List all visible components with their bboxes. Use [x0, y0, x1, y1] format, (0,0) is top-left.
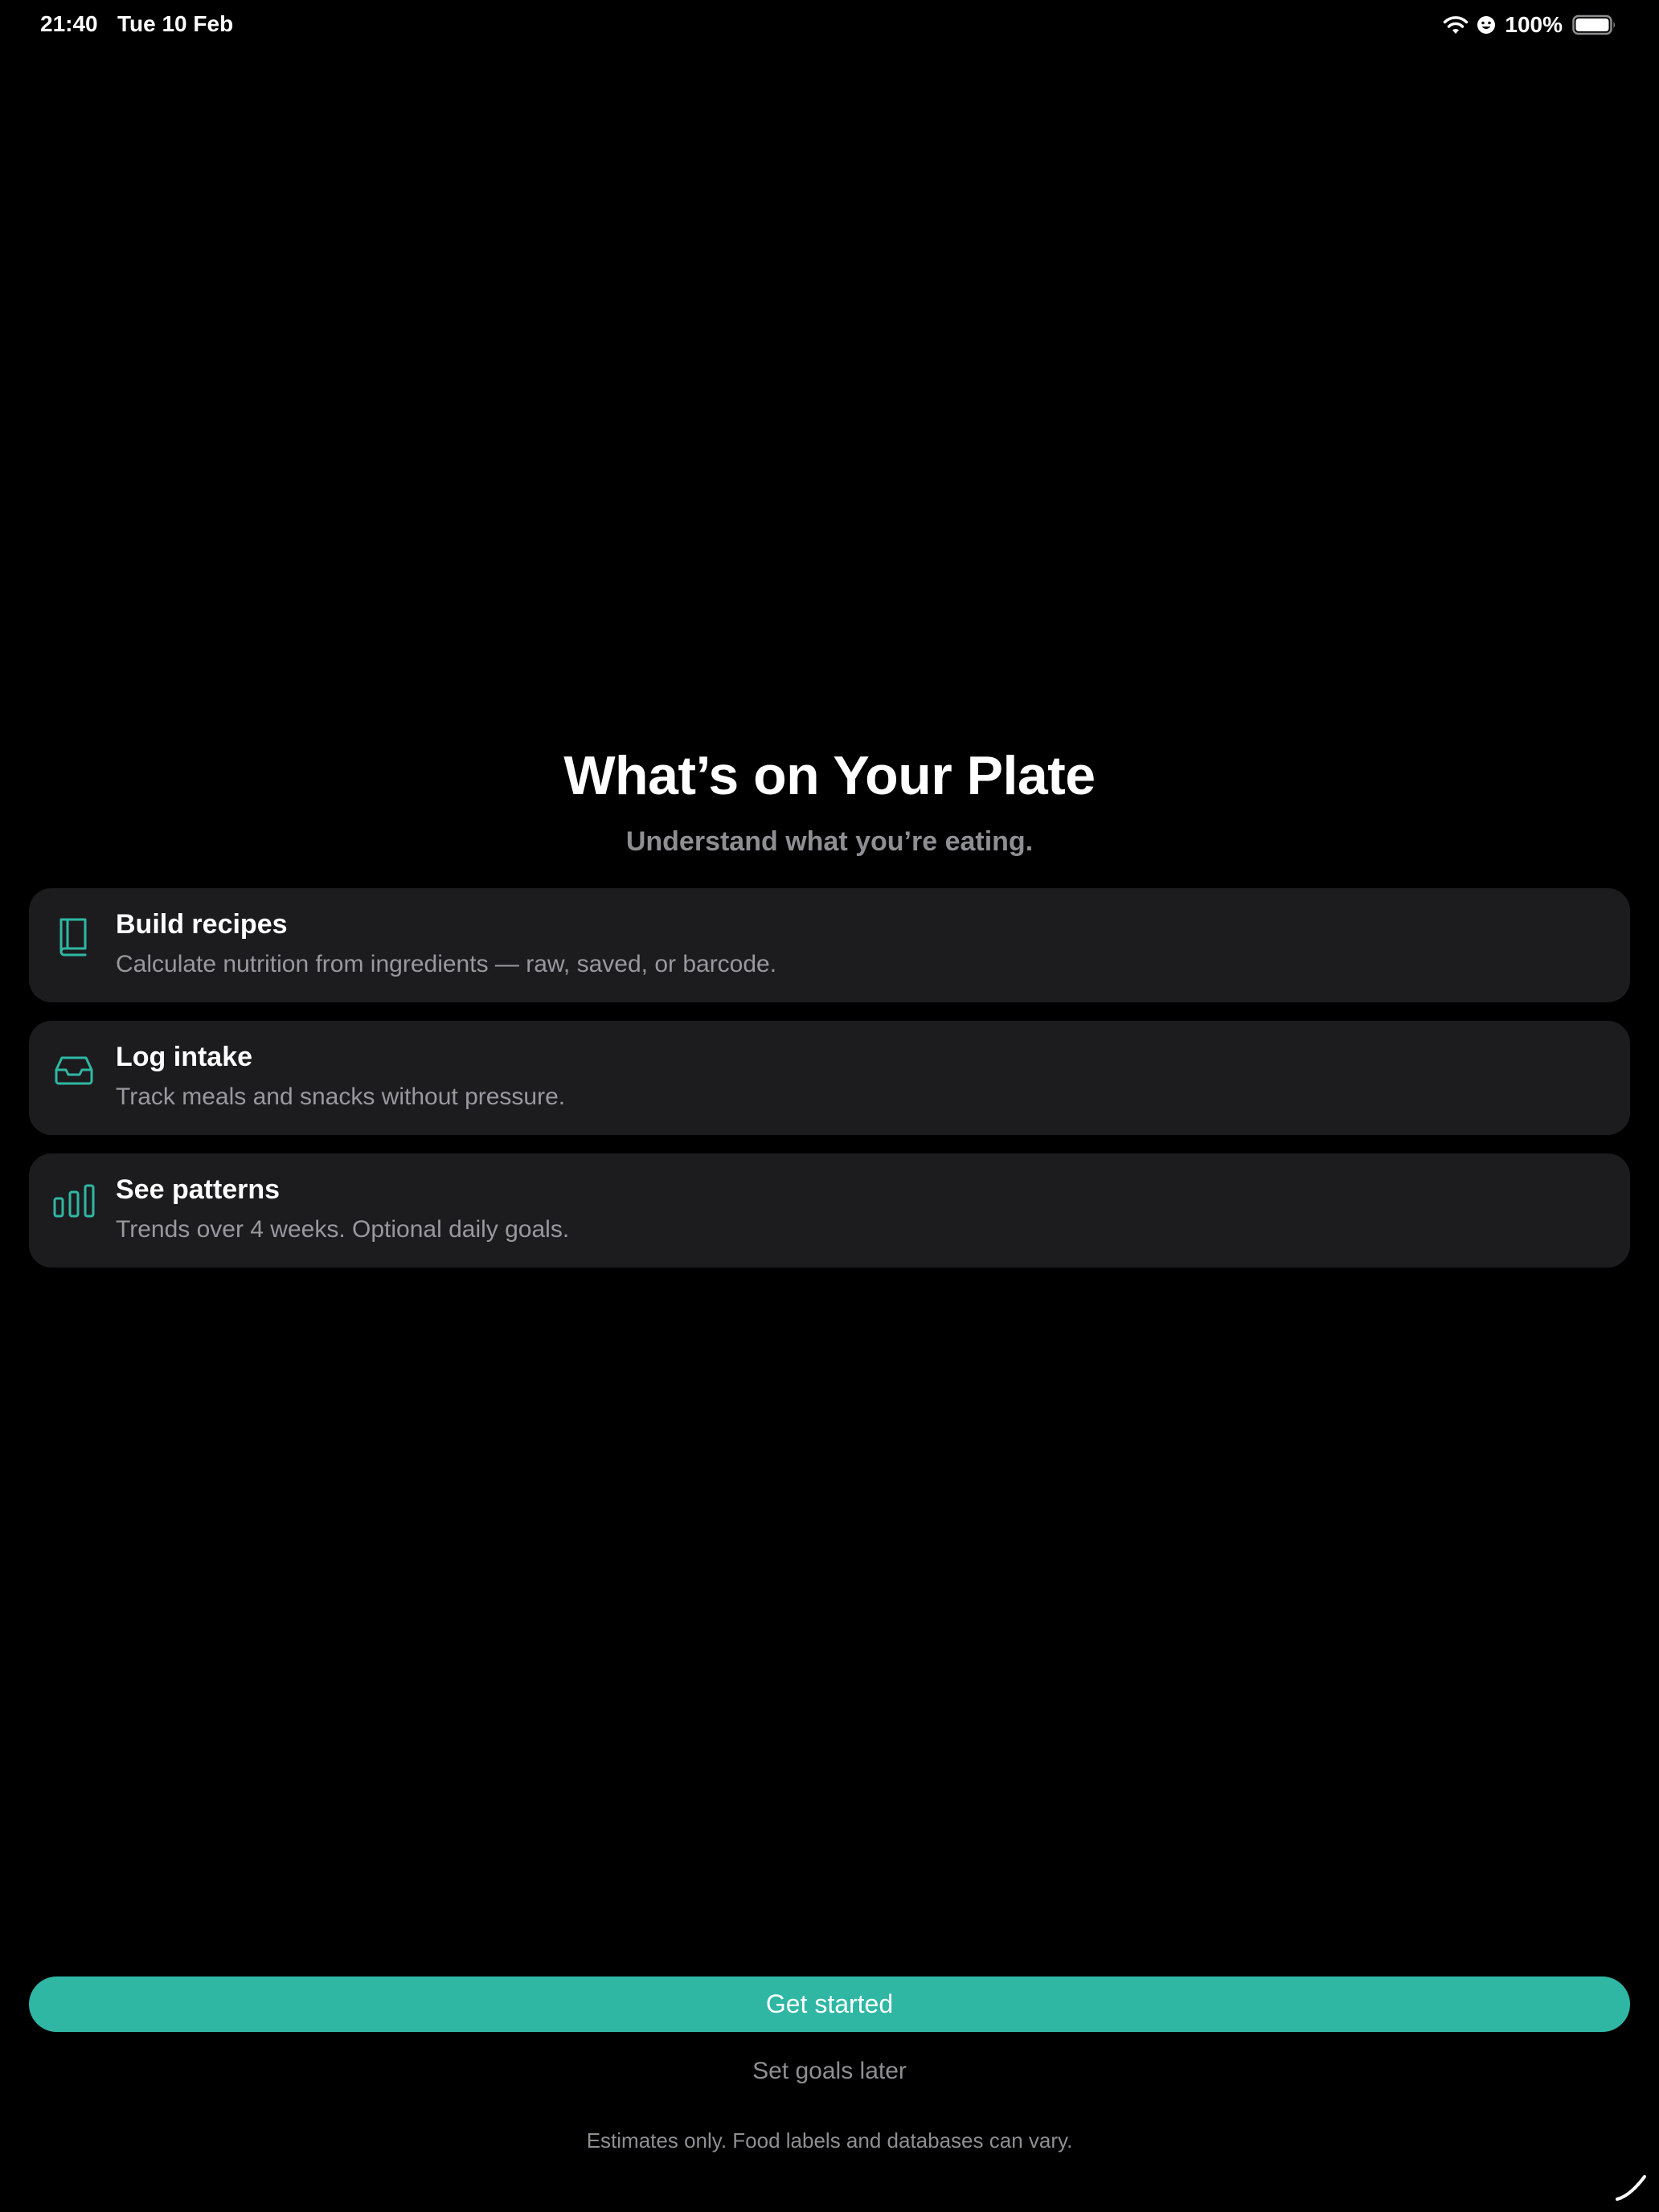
get-started-button[interactable]: Get started	[29, 1976, 1630, 2032]
focus-smiley-icon	[1477, 16, 1496, 34]
status-indicators: 100%	[1442, 11, 1617, 39]
page-subtitle: Understand what you’re eating.	[625, 826, 1034, 857]
status-time: 21:40	[40, 11, 98, 36]
feature-card-build-recipes: Build recipes Calculate nutrition from i…	[29, 888, 1630, 1002]
disclaimer-text: Estimates only. Food labels and database…	[586, 2128, 1073, 2153]
feature-title: Build recipes	[116, 909, 288, 940]
feature-card-log-intake: Log intake Track meals and snacks withou…	[29, 1021, 1630, 1135]
status-date: Tue 10 Feb	[117, 11, 234, 36]
feature-description: Track meals and snacks without pressure.	[116, 1083, 566, 1110]
book-icon	[59, 918, 87, 956]
status-bar: 21:40 Tue 10 Feb 100%	[0, 0, 1659, 51]
wifi-icon	[1444, 16, 1469, 34]
set-goals-later-button[interactable]: Set goals later	[0, 2058, 1659, 2085]
feature-title: Log intake	[116, 1042, 253, 1072]
battery-icon	[1572, 14, 1615, 35]
page-title: What’s on Your Plate	[563, 745, 1096, 806]
feature-description: Calculate nutrition from ingredients — r…	[116, 951, 777, 977]
bar-chart-icon	[53, 1184, 95, 1218]
feature-title: See patterns	[116, 1174, 281, 1205]
battery-percentage: 100%	[1505, 12, 1563, 37]
tray-icon	[55, 1056, 93, 1085]
feature-card-see-patterns: See patterns Trends over 4 weeks. Option…	[29, 1153, 1630, 1268]
feature-description: Trends over 4 weeks. Optional daily goal…	[116, 1216, 570, 1243]
scribble-pencil-indicator-icon	[1616, 2175, 1646, 2201]
